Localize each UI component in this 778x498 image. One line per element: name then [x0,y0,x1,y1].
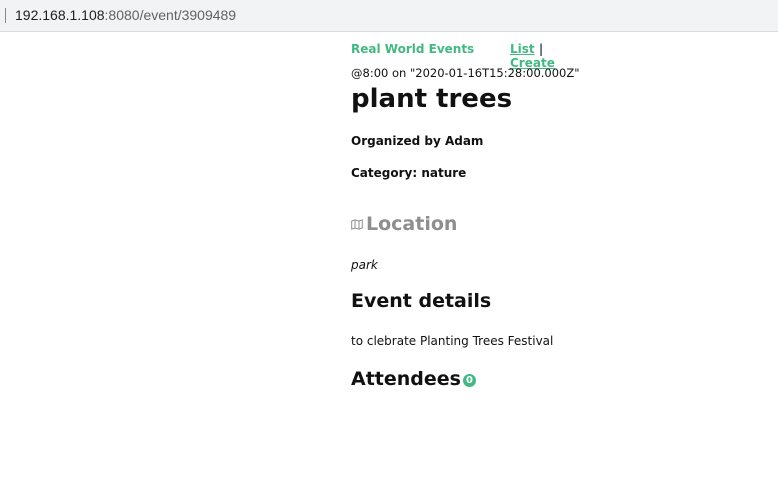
nav-separator: | [538,42,544,56]
brand-name: Real World Events [351,42,475,56]
event-description: to clebrate Planting Trees Festival [351,334,554,348]
map-icon [351,218,363,230]
list-link[interactable]: List [510,42,535,56]
event-category: Category: nature [351,166,467,180]
location-heading: Location [351,213,457,235]
details-heading: Event details [351,290,492,312]
top-nav: Real World Events List | Create [351,42,591,70]
event-title: plant trees [351,84,513,114]
event-organizer: Organized by Adam [351,134,484,148]
url-text[interactable]: 192.168.1.108:8080/event/3909489 [15,7,236,23]
browser-address-bar[interactable]: 192.168.1.108:8080/event/3909489 [0,0,778,32]
attendees-count-badge: 0 [462,373,476,387]
text-cursor [5,8,6,23]
event-datetime: @8:00 on "2020-01-16T15:28:00.000Z" [351,66,580,80]
attendees-heading: Attendees 0 [351,368,476,390]
attendees-heading-text: Attendees [351,368,461,390]
location-heading-text: Location [366,213,458,235]
url-host: 192.168.1.108 [15,7,105,23]
event-location: park [351,258,378,272]
url-path: :8080/event/3909489 [104,7,237,23]
